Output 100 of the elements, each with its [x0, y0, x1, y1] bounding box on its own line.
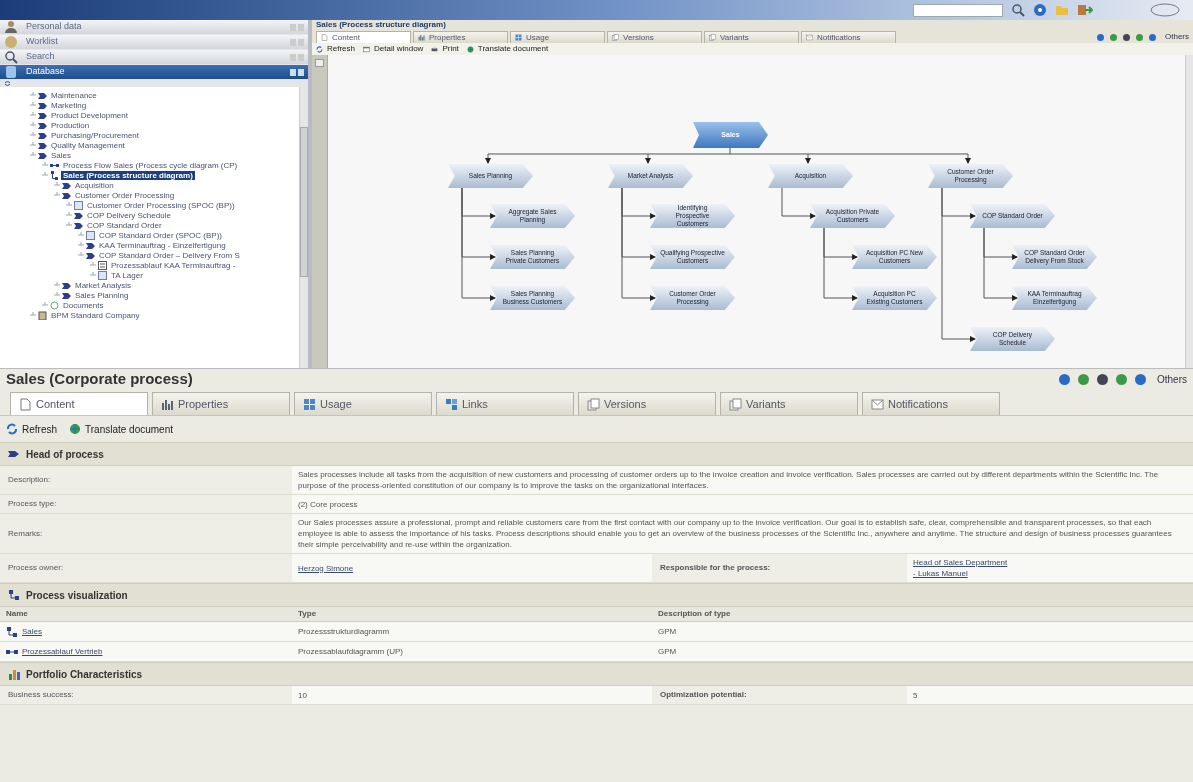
tree-item[interactable]: BPM Standard Company — [49, 310, 142, 320]
link[interactable]: Sales — [22, 625, 42, 638]
toolbar-button[interactable]: Translate document — [69, 421, 174, 437]
tree-item[interactable]: Documents — [61, 300, 106, 310]
accordion-header[interactable]: Database — [0, 65, 308, 79]
tree-toggle-icon[interactable] — [54, 182, 60, 188]
tab[interactable]: Versions — [578, 392, 716, 415]
tree-toggle-icon[interactable] — [30, 102, 36, 108]
tree-toggle-icon[interactable] — [66, 212, 72, 218]
tree-item[interactable]: COP Delivery Schedule — [85, 210, 173, 220]
tree-item[interactable]: COP Standard Order — [85, 220, 164, 230]
search-field[interactable] — [913, 3, 1003, 17]
collapse-button[interactable] — [315, 59, 324, 67]
scrollbar[interactable] — [299, 87, 308, 368]
value-text: 5 — [913, 689, 919, 701]
tree-item[interactable]: COP Standard Order (SPOC (BP)) — [97, 230, 224, 240]
others-menu[interactable]: Others — [1165, 31, 1189, 43]
tree-item[interactable]: Quality Management — [49, 140, 127, 150]
tree-toggle-icon[interactable] — [30, 122, 36, 128]
tree-item[interactable]: Sales Planning — [73, 290, 131, 300]
accordion-header[interactable]: Search — [0, 50, 308, 64]
tree-toggle-icon[interactable] — [30, 132, 36, 138]
toolbar-button[interactable]: Detail window — [363, 43, 424, 55]
tree-toggle-icon[interactable] — [30, 142, 36, 148]
link[interactable]: Head of Sales Department — [913, 557, 1187, 568]
tree-toggle-icon[interactable] — [42, 172, 48, 178]
tree-item[interactable]: Product Development — [49, 110, 130, 120]
tree-toggle-icon[interactable] — [78, 252, 84, 258]
tree-item[interactable]: Process Flow Sales (Process cycle diagram (CP) — [61, 160, 240, 170]
tab[interactable]: Usage — [294, 392, 432, 415]
column-header[interactable]: Type — [292, 607, 652, 621]
tree-item[interactable]: Marketing — [49, 100, 89, 110]
tree-toggle-icon[interactable] — [30, 152, 36, 158]
toolbar-button[interactable]: Translate document — [466, 43, 549, 55]
column-header[interactable]: Description of type — [652, 607, 1193, 621]
grid-icon — [303, 397, 316, 411]
hierarchy-icon — [8, 589, 20, 601]
search-icon[interactable] — [1011, 3, 1025, 17]
hierarchy-icon — [6, 625, 18, 638]
others-menu[interactable]: Others — [1157, 372, 1187, 387]
toolbar-button[interactable]: Refresh — [316, 43, 355, 55]
search-icon — [4, 50, 18, 64]
tree-item[interactable]: Market Analysis — [73, 280, 134, 290]
tree-item[interactable]: TA Lager — [109, 270, 145, 280]
link[interactable]: Prozessablauf Vertrieb — [22, 645, 103, 658]
tree-item[interactable]: Customer Order Processing — [73, 190, 177, 200]
tree-toggle-icon[interactable] — [66, 222, 72, 228]
tab[interactable]: Versions — [607, 31, 702, 43]
tab[interactable]: Links — [436, 392, 574, 415]
tree-item[interactable]: Purchasing/Procurement — [49, 130, 142, 140]
bar-chart-icon — [161, 397, 174, 411]
column-header[interactable]: Name — [0, 607, 292, 621]
tab[interactable]: Notifications — [862, 392, 1000, 415]
link[interactable]: - Lukas Manuel — [913, 568, 1187, 579]
tree-item[interactable]: Customer Order Processing (SPOC (BP)) — [85, 200, 237, 210]
tree-toggle-icon[interactable] — [42, 302, 48, 308]
logo-icon — [1149, 3, 1181, 17]
tab[interactable]: Notifications — [801, 31, 896, 43]
tree-item[interactable]: Production — [49, 120, 92, 130]
tab[interactable]: Properties — [152, 392, 290, 415]
tab[interactable]: Variants — [704, 31, 799, 43]
tree-item[interactable]: KAA Terminauftrag - Einzelfertigung — [97, 240, 228, 250]
accordion-header[interactable]: Worklist — [0, 35, 308, 49]
exit-icon[interactable] — [1077, 4, 1093, 16]
tree-item[interactable]: Sales — [49, 150, 73, 160]
tree-toggle-icon[interactable] — [30, 112, 36, 118]
tab[interactable]: Content — [316, 31, 411, 43]
tree-toggle-icon[interactable] — [54, 292, 60, 298]
tree-item[interactable]: COP Standard Order – Delivery From S — [97, 250, 242, 260]
toolbar-button[interactable]: Print — [431, 43, 459, 55]
page-icon — [321, 34, 328, 41]
tree-item[interactable]: Maintenance — [49, 90, 99, 100]
building-icon — [38, 310, 47, 320]
refresh-icon[interactable] — [4, 79, 11, 87]
folder-icon[interactable] — [1055, 4, 1069, 16]
tab[interactable]: Properties — [413, 31, 508, 43]
tree-toggle-icon[interactable] — [78, 232, 84, 238]
tab[interactable]: Content — [10, 392, 148, 415]
tree-item[interactable]: Prozessablauf KAA Terminauftrag - — [109, 260, 238, 270]
notification-icon — [871, 397, 884, 411]
help-icon[interactable] — [1033, 3, 1047, 17]
toolbar-button[interactable]: Refresh — [6, 421, 57, 437]
accordion-header[interactable]: Personal data — [0, 20, 308, 34]
tab[interactable]: Usage — [510, 31, 605, 43]
section-header: Process visualization — [0, 583, 1193, 607]
tree-toggle-icon[interactable] — [90, 262, 96, 268]
tree-item[interactable]: Acquisition — [73, 180, 116, 190]
tree-toggle-icon[interactable] — [42, 162, 48, 168]
tree-toggle-icon[interactable] — [66, 202, 72, 208]
connector-arrow — [485, 153, 491, 164]
tree-item[interactable]: Sales (Process structure diagram) — [61, 170, 195, 180]
tree-toggle-icon[interactable] — [78, 242, 84, 248]
tree-toggle-icon[interactable] — [30, 312, 36, 318]
tab[interactable]: Variants — [720, 392, 858, 415]
tree-toggle-icon[interactable] — [30, 92, 36, 98]
tree-toggle-icon[interactable] — [54, 282, 60, 288]
tree-toggle-icon[interactable] — [54, 192, 60, 198]
scrollbar[interactable] — [1185, 55, 1193, 368]
table-cell: Prozessablaufdiagramm (UP) — [298, 645, 403, 658]
tree-toggle-icon[interactable] — [90, 272, 96, 278]
